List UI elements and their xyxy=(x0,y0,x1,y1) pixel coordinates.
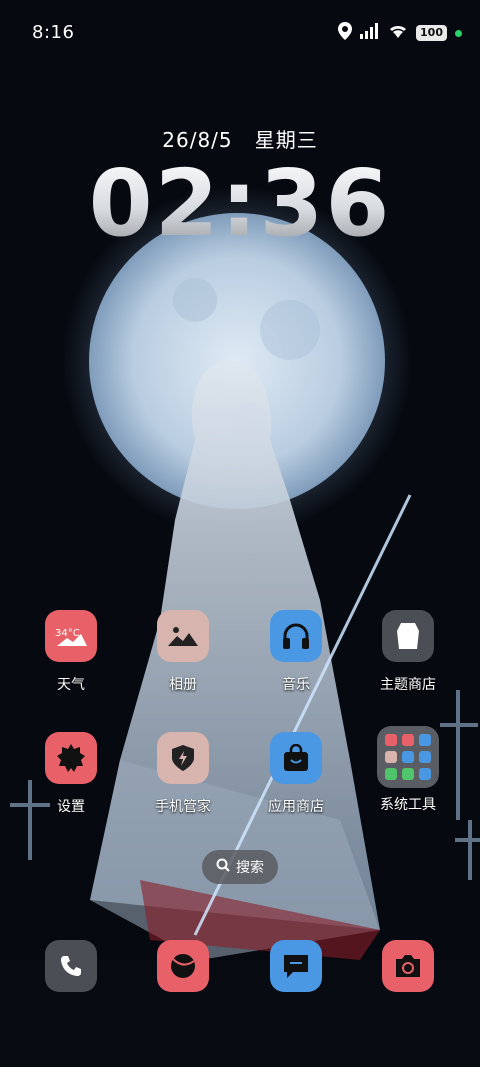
app-phone-manager[interactable]: 手机管家 xyxy=(128,732,238,816)
folder-mini-icon xyxy=(402,734,414,746)
dock-messages[interactable] xyxy=(270,940,322,992)
app-theme-store[interactable]: 主题商店 xyxy=(353,610,463,694)
date-widget[interactable]: 26/8/5 星期三 xyxy=(0,124,480,153)
app-app-store[interactable]: 应用商店 xyxy=(241,732,351,816)
phone-icon xyxy=(45,940,97,992)
app-label: 设置 xyxy=(57,799,85,815)
status-time: 8:16 xyxy=(32,22,75,43)
signal-icon xyxy=(360,23,380,43)
clock-widget[interactable]: 02:36 xyxy=(0,150,480,257)
folder-icon xyxy=(377,726,439,788)
search-icon xyxy=(216,858,230,876)
app-settings[interactable]: 设置 xyxy=(16,732,126,816)
app-label: 主题商店 xyxy=(380,677,436,693)
folder-mini-icon xyxy=(419,768,431,780)
app-gallery[interactable]: 相册 xyxy=(128,610,238,694)
dock-browser[interactable] xyxy=(157,940,209,992)
app-label: 音乐 xyxy=(282,677,310,693)
weekday-text: 星期三 xyxy=(254,128,318,152)
app-label: 天气 xyxy=(57,677,85,693)
camera-icon xyxy=(382,940,434,992)
app-label: 相册 xyxy=(169,677,197,693)
weather-icon: 34°C xyxy=(45,610,97,662)
app-weather[interactable]: 34°C 天气 xyxy=(16,610,126,694)
app-label: 手机管家 xyxy=(155,799,211,815)
weather-temp-badge: 34°C xyxy=(55,628,80,639)
status-bar: 8:16 100 xyxy=(0,0,480,70)
browser-icon xyxy=(157,940,209,992)
headphones-icon xyxy=(270,610,322,662)
battery-icon: 100 xyxy=(416,25,447,41)
phone-manager-icon xyxy=(157,732,209,784)
privacy-indicator-dot xyxy=(455,29,462,37)
dock-phone[interactable] xyxy=(45,940,97,992)
search-label: 搜索 xyxy=(236,860,264,876)
app-label: 系统工具 xyxy=(380,797,436,813)
folder-mini-icon xyxy=(385,768,397,780)
folder-mini-icon xyxy=(419,751,431,763)
settings-gear-icon xyxy=(45,732,97,784)
location-icon xyxy=(338,22,353,44)
folder-mini-icon xyxy=(419,734,431,746)
message-icon xyxy=(270,940,322,992)
wifi-icon xyxy=(388,23,408,43)
app-music[interactable]: 音乐 xyxy=(241,610,351,694)
date-text: 26/8/5 xyxy=(162,128,233,152)
folder-system-tools[interactable]: 系统工具 xyxy=(353,726,463,814)
search-button[interactable]: 搜索 xyxy=(202,850,278,884)
folder-mini-icon xyxy=(402,751,414,763)
gallery-icon xyxy=(157,610,209,662)
theme-store-icon xyxy=(382,610,434,662)
folder-mini-icon xyxy=(385,734,397,746)
folder-mini-icon xyxy=(385,751,397,763)
folder-mini-icon xyxy=(402,768,414,780)
app-label: 应用商店 xyxy=(268,799,324,815)
dock-camera[interactable] xyxy=(382,940,434,992)
app-store-icon xyxy=(270,732,322,784)
